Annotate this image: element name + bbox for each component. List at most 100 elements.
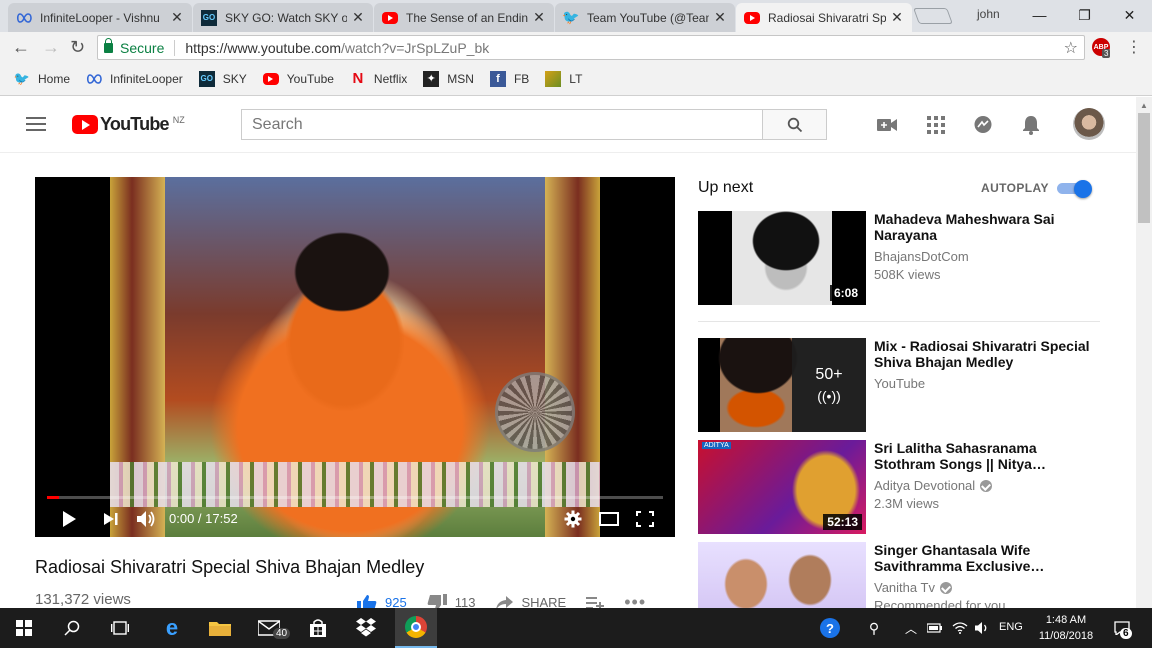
skygo-icon: GO	[198, 70, 215, 87]
fullscreen-button[interactable]	[635, 510, 655, 528]
close-window-icon[interactable]: ✕	[1107, 7, 1152, 24]
bookmark-label: InfiniteLooper	[110, 71, 183, 86]
chrome-taskbar-button[interactable]	[395, 608, 437, 648]
youtube-icon	[744, 10, 760, 26]
messages-icon[interactable]	[972, 115, 994, 135]
menu-dots-icon[interactable]: ⋮	[1126, 37, 1142, 57]
bookmark-msn[interactable]: ✦ MSN	[423, 70, 474, 87]
settings-button[interactable]	[563, 509, 583, 529]
autoplay-toggle[interactable]	[1057, 180, 1093, 198]
youtube-logo[interactable]: YouTube NZ	[72, 114, 185, 135]
progress-bar[interactable]	[47, 496, 663, 499]
reload-icon[interactable]: ↻	[70, 37, 85, 58]
bookmark-label: YouTube	[286, 71, 334, 86]
bookmark-home[interactable]: 🐦 Home	[14, 71, 70, 87]
video-thumbnail[interactable]: 6:08	[698, 211, 866, 305]
tab-infinitelooper[interactable]: InfiniteLooper - Vishnu ✕	[8, 3, 192, 32]
tab-team-youtube[interactable]: 🐦 Team YouTube (@Team ✕	[555, 3, 735, 32]
facebook-icon: f	[489, 70, 506, 87]
bookmark-youtube[interactable]: YouTube	[262, 71, 334, 87]
bookmark-lt[interactable]: LT	[545, 70, 582, 87]
theater-mode-button[interactable]	[598, 510, 620, 528]
avatar[interactable]	[1073, 108, 1105, 140]
speaker-icon[interactable]	[968, 614, 996, 642]
player-controls: 0:00 / 17:52	[35, 501, 675, 537]
upload-video-icon[interactable]	[876, 115, 898, 135]
help-icon[interactable]: ?	[816, 614, 844, 642]
edge-browser-icon[interactable]: e	[158, 614, 186, 642]
channel-name[interactable]: Vanitha Tv	[874, 580, 952, 595]
tab-skygo[interactable]: GO SKY GO: Watch SKY on ✕	[193, 3, 373, 32]
search-button[interactable]	[762, 109, 827, 140]
secure-indicator[interactable]: Secure	[104, 37, 164, 56]
forward-arrow-icon[interactable]: →	[42, 37, 60, 58]
store-icon[interactable]	[304, 614, 332, 642]
video-player[interactable]: 0:00 / 17:52	[35, 177, 675, 537]
region-label: NZ	[172, 114, 185, 125]
close-icon[interactable]: ✕	[890, 9, 904, 26]
bookmark-sky[interactable]: GO SKY	[198, 70, 247, 87]
video-meta: 508K views	[874, 267, 941, 282]
minimize-icon[interactable]: —	[1017, 7, 1062, 23]
channel-name[interactable]: Aditya Devotional	[874, 478, 993, 493]
divider	[698, 321, 1100, 322]
video-thumbnail[interactable]	[698, 542, 866, 608]
video-title[interactable]: Sri Lalitha Sahasranama Stothram Songs |…	[874, 440, 1094, 472]
file-explorer-icon[interactable]	[206, 614, 234, 642]
close-icon[interactable]: ✕	[713, 9, 727, 26]
theater-mode-icon	[599, 512, 619, 526]
search-icon[interactable]	[58, 614, 86, 642]
search-input[interactable]	[241, 109, 763, 140]
up-next-mix-playlist[interactable]: 50+ ((•)) Mix - Radiosai Shivaratri Spec…	[698, 338, 1108, 434]
bookmark-infinitelooper[interactable]: InfiniteLooper	[86, 71, 183, 87]
hamburger-menu-icon[interactable]	[26, 117, 46, 131]
windows-start-icon[interactable]	[10, 614, 38, 642]
bookmark-label: Home	[38, 71, 71, 86]
up-next-video-1[interactable]: 6:08 Mahadeva Maheshwara Sai Narayana Bh…	[698, 211, 1108, 307]
playlist-thumbnail[interactable]: 50+ ((•))	[698, 338, 866, 432]
skygo-icon: GO	[201, 9, 217, 26]
video-title[interactable]: Singer Ghantasala Wife Savithramma Exclu…	[874, 542, 1094, 574]
scroll-up-icon[interactable]: ▲	[1140, 101, 1148, 110]
battery-icon[interactable]	[921, 614, 949, 642]
back-arrow-icon[interactable]: ←	[12, 37, 30, 58]
channel-label: Aditya Devotional	[874, 478, 976, 493]
up-next-video-3[interactable]: ADITYA 52:13 Sri Lalitha Sahasranama Sto…	[698, 440, 1108, 536]
profile-name[interactable]: john	[977, 7, 1000, 21]
input-language[interactable]: ENG	[999, 621, 1023, 633]
people-icon[interactable]: ⚲	[860, 614, 888, 642]
url-text[interactable]: https://www.youtube.com/watch?v=JrSpLZuP…	[174, 39, 489, 56]
maximize-icon[interactable]: ❐	[1062, 7, 1107, 24]
tab-sense-of-an-ending[interactable]: The Sense of an Ending ✕	[374, 3, 554, 32]
close-icon[interactable]: ✕	[532, 9, 546, 26]
video-title[interactable]: Mix - Radiosai Shivaratri Special Shiva …	[874, 338, 1094, 370]
scrollbar-thumb[interactable]	[1138, 113, 1150, 223]
notifications-bell-icon[interactable]	[1020, 115, 1042, 135]
bookmark-netflix[interactable]: N Netflix	[350, 70, 408, 87]
play-button[interactable]	[59, 509, 79, 529]
up-next-label: Up next	[698, 179, 754, 196]
tab-radiosai-active[interactable]: Radiosai Shivaratri Spe ✕	[736, 3, 912, 32]
page-scrollbar[interactable]: ▲	[1136, 97, 1152, 608]
volume-button[interactable]	[135, 509, 157, 529]
bookmark-fb[interactable]: f FB	[489, 70, 529, 87]
dropbox-icon[interactable]	[352, 614, 380, 642]
video-meta: 2.3M views	[874, 496, 940, 511]
close-icon[interactable]: ✕	[170, 9, 184, 26]
video-title: Radiosai Shivaratri Special Shiva Bhajan…	[35, 557, 425, 577]
tab-strip: InfiniteLooper - Vishnu ✕ GO SKY GO: Wat…	[0, 0, 1152, 32]
new-tab-button[interactable]	[913, 8, 953, 24]
clock-date: 11/08/2018	[1038, 630, 1094, 642]
up-next-video-4[interactable]: Singer Ghantasala Wife Savithramma Exclu…	[698, 542, 1108, 608]
task-view-icon[interactable]	[106, 614, 134, 642]
close-icon[interactable]: ✕	[351, 9, 365, 26]
system-clock[interactable]: 1:48 AM 11/08/2018	[1031, 612, 1101, 644]
next-button[interactable]	[101, 509, 121, 529]
channel-name[interactable]: YouTube	[874, 376, 925, 391]
apps-grid-icon[interactable]	[925, 115, 947, 135]
channel-name[interactable]: BhajansDotCom	[874, 249, 969, 264]
address-bar[interactable]: Secure https://www.youtube.com/watch?v=J…	[97, 35, 1085, 60]
video-thumbnail[interactable]: ADITYA 52:13	[698, 440, 866, 534]
video-title[interactable]: Mahadeva Maheshwara Sai Narayana	[874, 211, 1094, 243]
bookmark-star-icon[interactable]: ☆	[1064, 38, 1078, 58]
